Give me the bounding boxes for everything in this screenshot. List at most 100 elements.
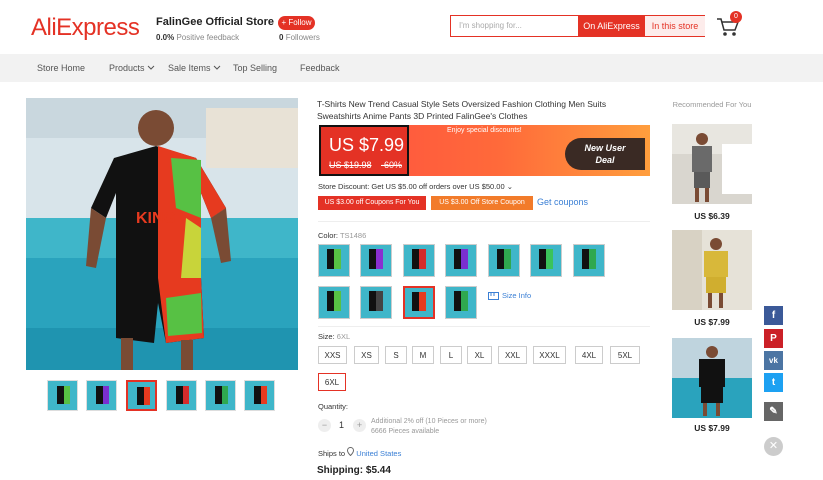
thumbnail-1-image	[48, 381, 77, 410]
feedback-value: 0.0%	[156, 33, 175, 42]
new-user-deal[interactable]: New User Deal	[565, 138, 645, 170]
search-store-button[interactable]: In this store	[645, 16, 705, 36]
followers-label: Followers	[285, 33, 320, 42]
facebook-share-button[interactable]: f	[764, 306, 783, 325]
aliexpress-logo[interactable]: AliExpress	[31, 14, 140, 42]
color-swatch-2[interactable]	[360, 244, 392, 277]
color-swatch-3[interactable]	[403, 244, 435, 277]
thumbnail-2[interactable]	[86, 380, 117, 411]
size-option-l[interactable]: L	[440, 346, 462, 364]
size-option-4xl[interactable]: 4XL	[575, 346, 603, 364]
color-swatch-5-image	[489, 245, 519, 276]
color-swatch-10[interactable]	[403, 286, 435, 319]
color-swatch-9[interactable]	[360, 286, 392, 319]
product-photo: KING	[26, 98, 298, 370]
color-swatch-1-image	[319, 245, 349, 276]
new-user-line1: New User	[584, 143, 626, 153]
nav-sale-items-label[interactable]: Sale Items	[168, 63, 211, 73]
recommended-item-1[interactable]	[672, 124, 752, 204]
product-title: T-Shirts New Trend Casual Style Sets Ove…	[317, 99, 607, 121]
search-aliexpress-button[interactable]: On AliExpress	[578, 16, 645, 36]
ships-label: Ships to	[318, 449, 346, 458]
color-swatch-4-image	[446, 245, 476, 276]
size-option-s[interactable]: S	[385, 346, 407, 364]
color-swatch-5[interactable]	[488, 244, 520, 277]
get-coupons-link[interactable]: Get coupons	[537, 197, 588, 207]
vk-share-button[interactable]: vk	[764, 351, 783, 370]
quantity-input[interactable]: 1	[339, 420, 344, 430]
thumbnail-1[interactable]	[47, 380, 78, 411]
thumbnail-5[interactable]	[205, 380, 236, 411]
shipping-cost: Shipping: $5.44	[317, 465, 391, 476]
ruler-icon	[488, 292, 499, 300]
thumbnail-6[interactable]	[244, 380, 275, 411]
color-swatch-8-image	[319, 287, 349, 318]
nav-sale-items[interactable]: Sale Items	[168, 54, 221, 82]
recommended-item-3[interactable]	[672, 338, 752, 418]
nav-feedback[interactable]: Feedback	[300, 54, 340, 82]
size-option-6xl[interactable]: 6XL	[318, 373, 346, 391]
product-main-image[interactable]: KING	[26, 98, 298, 370]
quantity-decrease-button[interactable]: −	[318, 419, 331, 432]
color-swatch-6[interactable]	[530, 244, 562, 277]
recommended-price-1: US $6.39	[694, 211, 730, 221]
location-pin-icon	[347, 446, 355, 457]
thumbnail-2-image	[87, 381, 116, 410]
store-coupon[interactable]: US $3.00 Off Store Coupon	[431, 196, 533, 210]
nav-products-label[interactable]: Products	[109, 63, 145, 73]
search-input[interactable]: I'm shopping for...	[451, 16, 578, 36]
twitter-icon: t	[771, 377, 776, 388]
edit-button[interactable]: ✎	[764, 402, 783, 421]
chevron-down-icon	[213, 65, 220, 70]
size-option-m[interactable]: M	[412, 346, 434, 364]
store-feedback: 0.0% Positive feedback	[156, 33, 239, 42]
size-option-xxxl[interactable]: XXXL	[533, 346, 566, 364]
quantity-note: Additional 2% off (10 Pieces or more) 666…	[371, 417, 487, 437]
size-option-xs[interactable]: XS	[354, 346, 379, 364]
color-swatch-4[interactable]	[445, 244, 477, 277]
color-label-text: Color:	[318, 231, 339, 240]
nav-top-selling[interactable]: Top Selling	[233, 54, 277, 82]
size-option-xxs[interactable]: XXS	[318, 346, 347, 364]
pinterest-share-button[interactable]: P	[764, 329, 783, 348]
color-label: Color: TS1486	[318, 231, 366, 240]
store-discount[interactable]: Store Discount: Get US $5.00 off orders …	[318, 182, 513, 191]
size-info-link[interactable]: Size Info	[502, 291, 531, 300]
chevron-down-icon	[147, 65, 154, 70]
nav-store-home[interactable]: Store Home	[37, 54, 85, 82]
store-name-text[interactable]: FalinGee Official Store	[156, 16, 274, 28]
thumbnail-4[interactable]	[166, 380, 197, 411]
color-swatch-7[interactable]	[573, 244, 605, 277]
recommended-price-3: US $7.99	[694, 423, 730, 433]
pieces-available: 6666 Pieces available	[371, 428, 440, 435]
color-swatch-10-image	[405, 288, 433, 317]
color-swatch-11-image	[446, 287, 476, 318]
thumbnail-4-image	[167, 381, 196, 410]
ships-location[interactable]: United States	[356, 449, 401, 458]
size-option-xxl[interactable]: XXL	[498, 346, 527, 364]
size-option-5xl[interactable]: 5XL	[610, 346, 640, 364]
color-swatch-11[interactable]	[445, 286, 477, 319]
close-icon: ✕	[768, 440, 779, 452]
quantity-increase-button[interactable]: +	[353, 419, 366, 432]
feedback-label: Positive feedback	[176, 33, 240, 42]
store-name[interactable]: FalinGee Official Store ⌄	[156, 16, 285, 28]
close-button[interactable]: ✕	[764, 437, 783, 456]
recommended-item-2[interactable]	[672, 230, 752, 310]
recommended-price-2: US $7.99	[694, 317, 730, 327]
quantity-label: Quantity:	[318, 402, 349, 411]
twitter-share-button[interactable]: t	[764, 373, 783, 392]
facebook-icon: f	[771, 310, 776, 321]
nav-products[interactable]: Products	[109, 54, 155, 82]
thumbnail-6-image	[245, 381, 274, 410]
coupon-for-you[interactable]: US $3.00 off Coupons For You	[318, 196, 426, 210]
follow-button[interactable]: + Follow	[278, 16, 315, 30]
price-box: US $7.99 US $19.98 -60%	[319, 125, 409, 176]
color-swatch-8[interactable]	[318, 286, 350, 319]
size-label-text: Size:	[318, 332, 335, 341]
vk-icon: vk	[769, 356, 778, 365]
thumbnail-3[interactable]	[126, 380, 157, 411]
svg-text:KING: KING	[136, 210, 176, 227]
color-swatch-1[interactable]	[318, 244, 350, 277]
size-option-xl[interactable]: XL	[467, 346, 492, 364]
